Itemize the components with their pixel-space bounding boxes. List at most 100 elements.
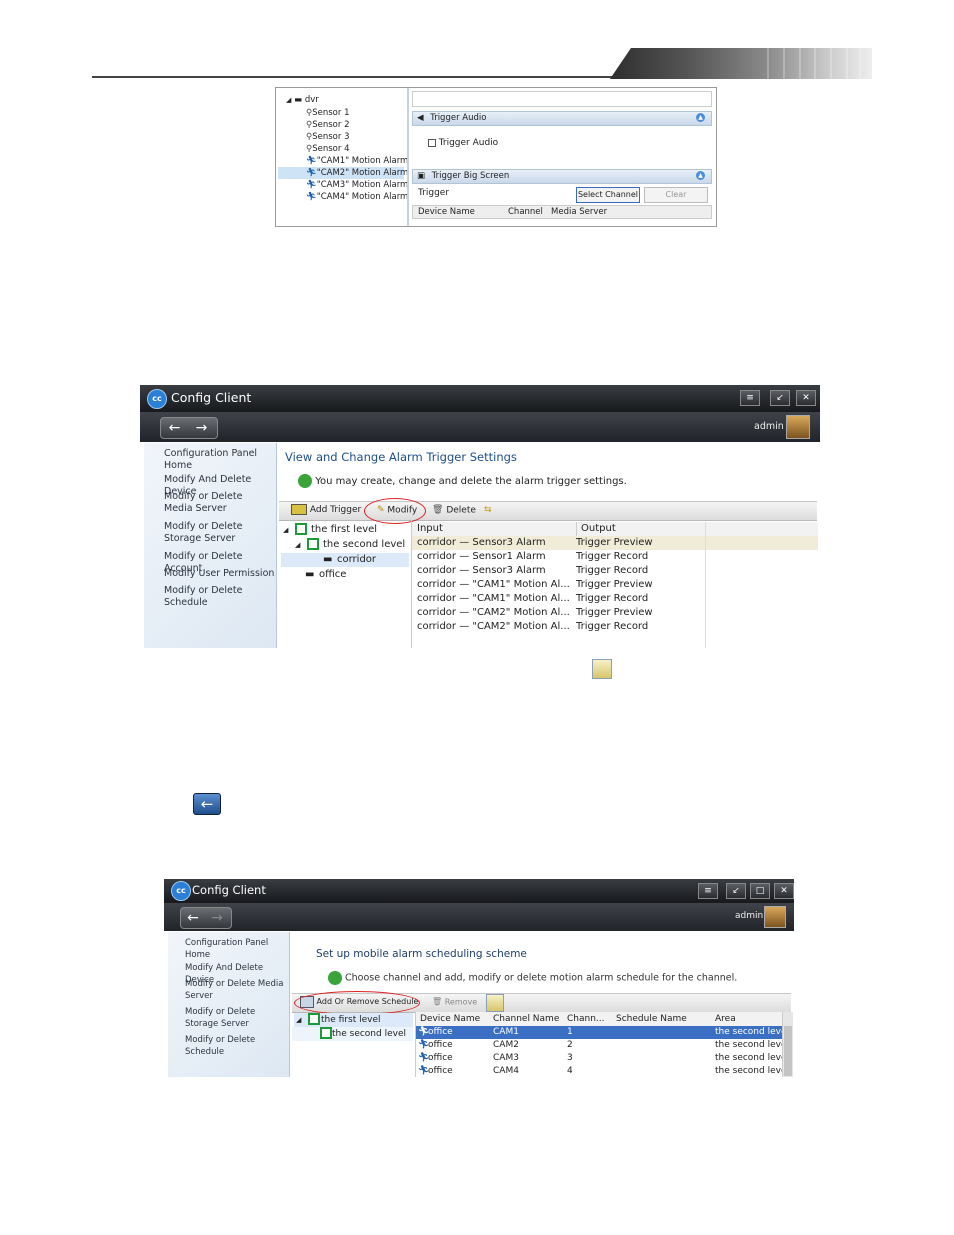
alarm-source-tree: ◢ ▬ dvr ⚲Sensor 1 ⚲Sensor 2 ⚲Sensor 3 ⚲S… (276, 88, 408, 226)
title-bar[interactable]: cc Config Client ≡ ↙ ✕ (140, 385, 820, 412)
tree-item[interactable]: ⚲Sensor 4 (306, 143, 349, 155)
minimize-icon[interactable]: ↙ (770, 390, 790, 406)
table-row[interactable]: corridor — "CAM2" Motion Al... Trigger Re… (412, 620, 818, 634)
close-icon[interactable]: ✕ (774, 883, 794, 899)
delete-button[interactable]: 🗑︎ Delete (432, 502, 476, 519)
table-row[interactable]: corridor — "CAM1" Motion Al... Trigger Re… (412, 592, 818, 606)
hint-row: You may create, change and delete the al… (298, 474, 627, 488)
collapse-icon[interactable]: ▲ (696, 113, 705, 122)
area-icon (320, 1027, 332, 1039)
table-row[interactable]: corridor — "CAM1" Motion Al... Trigger Pr… (412, 578, 818, 592)
table-row[interactable]: corridor — Sensor1 Alarm Trigger Record (412, 550, 818, 564)
back-icon: ← (193, 793, 221, 815)
username: admin (735, 911, 764, 921)
dvr-icon: ▬ (294, 95, 303, 105)
tree-node-corridor[interactable]: ▬ corridor (281, 553, 409, 567)
sidebar-item-home[interactable]: Configuration Panel Home (185, 937, 289, 961)
sidebar-item-storage-server[interactable]: Modify or Delete Storage Server (164, 521, 272, 545)
config-client-window-schedule: cc Config Client ≡ ↙ □ ✕ ← → admin Config… (164, 879, 794, 1077)
device-icon: ▬ (305, 569, 315, 580)
menu-icon[interactable]: ≡ (740, 390, 760, 406)
screen-icon: ▣ (417, 171, 426, 181)
back-icon[interactable]: ← (161, 418, 188, 438)
trigger-table: Input Output corridor — Sensor3 Alarm Tri… (411, 520, 818, 648)
title-bar[interactable]: cc Config Client ≡ ↙ □ ✕ (164, 879, 794, 903)
splitter[interactable] (407, 88, 409, 226)
refresh-icon[interactable]: ⇆ (484, 502, 492, 518)
username: admin (754, 421, 784, 432)
sidebar-item-schedule[interactable]: Modify or Delete Schedule (185, 1034, 289, 1058)
table-row[interactable]: corridor — Sensor3 Alarm Trigger Preview (412, 536, 818, 550)
motion-icon: 🏃︎ (306, 156, 317, 166)
tree-item[interactable]: 🏃︎"CAM3" Motion Alarm (306, 179, 408, 191)
app-title: Config Client (171, 390, 252, 405)
column-divider (705, 522, 706, 648)
clear-button[interactable]: Clear (644, 187, 708, 203)
area-tree: ◢ the first level the second level (292, 1012, 413, 1077)
toolbar: Add Trigger ✎ Modify 🗑︎ Delete ⇆ (279, 501, 817, 521)
sidebar-item-storage-server[interactable]: Modify or Delete Storage Server (185, 1006, 285, 1030)
tree-item-selected[interactable]: 🏃︎"CAM2" Motion Alarm (278, 167, 408, 179)
device-icon: ▬ (323, 554, 333, 565)
vertical-scrollbar[interactable] (782, 1012, 793, 1077)
sidebar-item-media-server[interactable]: Modify or Delete Media Server (185, 978, 285, 1002)
forward-icon[interactable]: → (205, 908, 229, 928)
sidebar-item-home[interactable]: Configuration Panel Home (164, 448, 276, 472)
refresh-icon[interactable] (486, 994, 504, 1012)
select-channel-button[interactable]: Select Channel (576, 187, 640, 203)
area-icon (295, 523, 307, 535)
delete-icon: 🗑︎ (432, 505, 444, 515)
trigger-big-screen-header[interactable]: ▣ Trigger Big Screen ▲ (412, 169, 712, 184)
table-row[interactable]: corridor — Sensor3 Alarm Trigger Record (412, 564, 818, 578)
sidebar-item-schedule[interactable]: Modify or Delete Schedule (164, 585, 276, 609)
tree-root[interactable]: ◢ ▬ dvr (286, 94, 319, 106)
info-icon (298, 474, 312, 488)
trigger-label: Trigger (418, 188, 450, 198)
collapse-icon[interactable]: ▲ (696, 171, 705, 180)
remove-button[interactable]: 🗑︎ Remove (432, 994, 477, 1011)
sidebar: Configuration Panel Home Modify And Dele… (144, 443, 277, 648)
maximize-icon[interactable]: □ (750, 883, 770, 899)
hint-row: Choose channel and add, modify or delete… (328, 971, 737, 985)
close-icon[interactable]: ✕ (796, 390, 816, 406)
sidebar-item-permission[interactable]: Modify User Permission (164, 568, 274, 580)
menu-icon[interactable]: ≡ (698, 883, 718, 899)
tree-item[interactable]: ⚲Sensor 3 (306, 131, 349, 143)
delete-icon: 🗑︎ (432, 997, 443, 1006)
table-row[interactable]: 🏃︎ office CAM4 4 the second level (416, 1065, 782, 1077)
avatar[interactable] (786, 415, 810, 439)
tree-item[interactable]: ⚲Sensor 1 (306, 107, 349, 119)
tree-node-second-level[interactable]: the second level (292, 1027, 413, 1041)
table-header: Device Name Channel Name Chann... Schedu… (416, 1012, 782, 1027)
trigger-audio-option[interactable]: Trigger Audio (428, 138, 498, 148)
tree-node-first-level[interactable]: ◢ the first level (294, 1013, 413, 1027)
avatar[interactable] (764, 906, 786, 928)
trigger-audio-checkbox[interactable] (428, 138, 436, 147)
table-header: Input Output (412, 522, 818, 537)
table-row[interactable]: corridor — "CAM2" Motion Al... Trigger Pr… (412, 606, 818, 620)
area-tree: ◢ the first level ◢ the second level ▬ corr… (279, 520, 409, 648)
sidebar: Configuration Panel Home Modify And Dele… (168, 932, 290, 1077)
back-icon[interactable]: ← (181, 908, 205, 928)
motion-icon: 🏃︎ (306, 192, 317, 202)
page-title: Set up mobile alarm scheduling scheme (316, 948, 527, 960)
motion-icon: 🏃︎ (306, 168, 317, 178)
table-row-selected[interactable]: 🏃︎ office CAM1 1 the second level (416, 1026, 782, 1039)
config-client-window-alarm-trigger: cc Config Client ≡ ↙ ✕ ← → admin Configur… (140, 385, 820, 648)
table-row[interactable]: 🏃︎ office CAM3 3 the second level (416, 1052, 782, 1065)
tree-item[interactable]: 🏃︎"CAM1" Motion Alarm (306, 155, 408, 167)
table-row[interactable]: 🏃︎ office CAM2 2 the second level (416, 1039, 782, 1052)
prev-section (412, 91, 712, 107)
add-trigger-button[interactable]: Add Trigger (291, 502, 361, 518)
trigger-audio-header[interactable]: ◀ Trigger Audio ▲ (412, 111, 712, 126)
forward-icon[interactable]: → (188, 418, 215, 438)
scrollbar-thumb[interactable] (784, 1026, 792, 1076)
minimize-icon[interactable]: ↙ (726, 883, 746, 899)
nav-bar: ← → admin (164, 903, 794, 931)
channel-table-header: Device Name Channel Media Server (412, 205, 712, 219)
trigger-settings-screenshot: ◢ ▬ dvr ⚲Sensor 1 ⚲Sensor 2 ⚲Sensor 3 ⚲S… (275, 87, 717, 227)
refresh-icon (592, 659, 612, 679)
tree-item[interactable]: ⚲Sensor 2 (306, 119, 349, 131)
sidebar-item-media-server[interactable]: Modify or Delete Media Server (164, 491, 272, 515)
tree-item[interactable]: 🏃︎"CAM4" Motion Alarm (306, 191, 408, 203)
